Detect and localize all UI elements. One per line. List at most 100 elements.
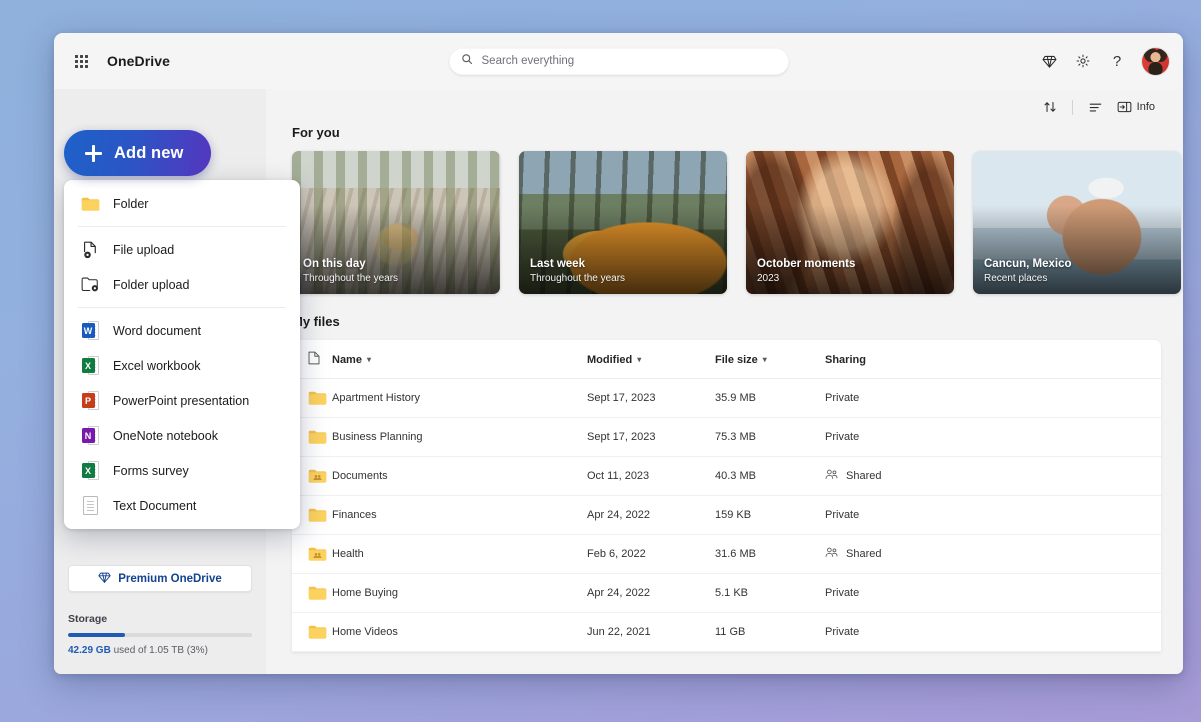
content-scroll-area[interactable]: For you On this dayThroughout the yearsL…	[266, 125, 1183, 674]
add-new-button[interactable]: Add new	[64, 130, 211, 176]
avatar[interactable]	[1142, 48, 1169, 75]
chevron-down-icon: ▾	[637, 355, 641, 364]
menu-item-excel-workbook[interactable]: XExcel workbook	[64, 348, 300, 383]
sharing-column-label: Sharing	[825, 354, 866, 366]
card-title: Last week	[530, 257, 717, 271]
row-modified-cell: Apr 24, 2022	[587, 496, 715, 535]
folder-icon	[308, 585, 332, 601]
card-caption: Cancun, MexicoRecent places	[984, 257, 1171, 285]
name-column-label: Name	[332, 354, 362, 366]
folder-upload-icon	[80, 276, 100, 293]
help-question-icon[interactable]: ?	[1102, 46, 1132, 76]
add-new-menu[interactable]: Folder File upload Folder upload WWord docu…	[64, 180, 300, 529]
row-sharing-cell[interactable]: Private	[825, 574, 1161, 613]
table-row[interactable]: Home BuyingApr 24, 20225.1 KBPrivate	[292, 574, 1161, 613]
chevron-down-icon: ▾	[367, 355, 371, 364]
row-sharing-cell[interactable]: Shared	[825, 457, 1161, 496]
menu-item-label: Text Document	[113, 499, 196, 513]
diamond-premium-icon[interactable]	[1034, 46, 1064, 76]
storage-used-rest: used of 1.05 TB (3%)	[111, 645, 208, 656]
shared-folder-icon	[308, 546, 332, 562]
table-row[interactable]: Business PlanningSept 17, 202375.3 MBPri…	[292, 418, 1161, 457]
menu-item-text-document[interactable]: Text Document	[64, 488, 300, 523]
for-you-card[interactable]: Last weekThroughout the years	[519, 151, 727, 294]
storage-label: Storage	[68, 613, 252, 625]
table-row[interactable]: FinancesApr 24, 2022159 KBPrivate	[292, 496, 1161, 535]
row-name-cell[interactable]: Apartment History	[332, 379, 587, 418]
storage-progress-fill	[68, 633, 125, 637]
row-sharing-cell[interactable]: Shared	[825, 535, 1161, 574]
app-launcher-waffle-icon[interactable]	[66, 46, 96, 76]
text-document-icon	[80, 496, 100, 515]
row-name-cell[interactable]: Documents	[332, 457, 587, 496]
menu-item-folder-upload[interactable]: Folder upload	[64, 267, 300, 302]
sharing-status: Shared	[846, 548, 881, 560]
folder-icon	[80, 196, 100, 212]
table-row[interactable]: DocumentsOct 11, 202340.3 MBShared	[292, 457, 1161, 496]
menu-item-label: OneNote notebook	[113, 429, 218, 443]
sharing-status: Private	[825, 587, 859, 599]
menu-item-label: Folder	[113, 197, 148, 211]
my-files-heading: My files	[292, 314, 1161, 329]
name-column-header[interactable]: Name ▾	[332, 340, 587, 379]
menu-item-file-upload[interactable]: File upload	[64, 232, 300, 267]
row-name-cell[interactable]: Business Planning	[332, 418, 587, 457]
plus-icon	[85, 145, 102, 162]
files-table: Name▾ Modified▾ File size▾ Sharing	[292, 340, 1161, 652]
card-caption: On this dayThroughout the years	[303, 257, 490, 285]
top-bar: OneDrive	[54, 33, 1183, 89]
gear-icon[interactable]	[1068, 46, 1098, 76]
row-name-cell[interactable]: Home Videos	[332, 613, 587, 652]
card-title: October moments	[757, 257, 944, 271]
menu-item-folder[interactable]: Folder	[64, 186, 300, 221]
menu-item-onenote-notebook[interactable]: NOneNote notebook	[64, 418, 300, 453]
row-name-cell[interactable]: Home Buying	[332, 574, 587, 613]
diamond-premium-icon	[98, 571, 111, 587]
my-files-panel: Name▾ Modified▾ File size▾ Sharing	[292, 340, 1161, 652]
storage-progress-bar	[68, 633, 252, 637]
card-title: Cancun, Mexico	[984, 257, 1171, 271]
menu-separator	[78, 226, 286, 227]
row-modified-cell: Sept 17, 2023	[587, 379, 715, 418]
row-sharing-cell[interactable]: Private	[825, 418, 1161, 457]
files-table-header-row: Name▾ Modified▾ File size▾ Sharing	[292, 340, 1161, 379]
top-right-actions: ?	[1034, 46, 1169, 76]
premium-button-label: Premium OneDrive	[118, 573, 222, 585]
search-input[interactable]	[482, 55, 777, 67]
table-row[interactable]: HealthFeb 6, 202231.6 MBShared	[292, 535, 1161, 574]
sharing-status: Private	[825, 392, 859, 404]
for-you-card[interactable]: On this dayThroughout the years	[292, 151, 500, 294]
modified-column-header[interactable]: Modified▾	[587, 340, 715, 379]
menu-item-label: Forms survey	[113, 464, 189, 478]
row-size-cell: 5.1 KB	[715, 574, 825, 613]
card-title: On this day	[303, 257, 490, 271]
table-row[interactable]: Home VideosJun 22, 202111 GBPrivate	[292, 613, 1161, 652]
menu-item-powerpoint-presentation[interactable]: PPowerPoint presentation	[64, 383, 300, 418]
row-name-cell[interactable]: Health	[332, 535, 587, 574]
shared-folder-icon	[308, 468, 332, 484]
menu-item-label: File upload	[113, 243, 174, 257]
add-new-label: Add new	[114, 144, 183, 163]
row-size-cell: 40.3 MB	[715, 457, 825, 496]
menu-item-word-document[interactable]: WWord document	[64, 313, 300, 348]
for-you-card[interactable]: October moments2023	[746, 151, 954, 294]
search-box[interactable]	[449, 48, 789, 75]
command-bar: Info	[266, 89, 1183, 125]
row-name-cell[interactable]: Finances	[332, 496, 587, 535]
menu-item-forms-survey[interactable]: XForms survey	[64, 453, 300, 488]
info-panel-button[interactable]: Info	[1111, 94, 1161, 120]
card-subtitle: Throughout the years	[530, 272, 717, 285]
list-view-icon[interactable]	[1082, 94, 1109, 120]
premium-onedrive-button[interactable]: Premium OneDrive	[68, 565, 252, 592]
row-sharing-cell[interactable]: Private	[825, 496, 1161, 535]
sort-arrows-icon[interactable]	[1037, 94, 1063, 120]
file-size-column-header[interactable]: File size▾	[715, 340, 825, 379]
info-panel-label: Info	[1137, 101, 1155, 113]
menu-item-label: Word document	[113, 324, 201, 338]
for-you-card[interactable]: Cancun, MexicoRecent places	[973, 151, 1181, 294]
row-sharing-cell[interactable]: Private	[825, 613, 1161, 652]
table-row[interactable]: Apartment HistorySept 17, 202335.9 MBPri…	[292, 379, 1161, 418]
file-size-column-label: File size	[715, 354, 758, 366]
sharing-status: Shared	[846, 470, 881, 482]
row-sharing-cell[interactable]: Private	[825, 379, 1161, 418]
